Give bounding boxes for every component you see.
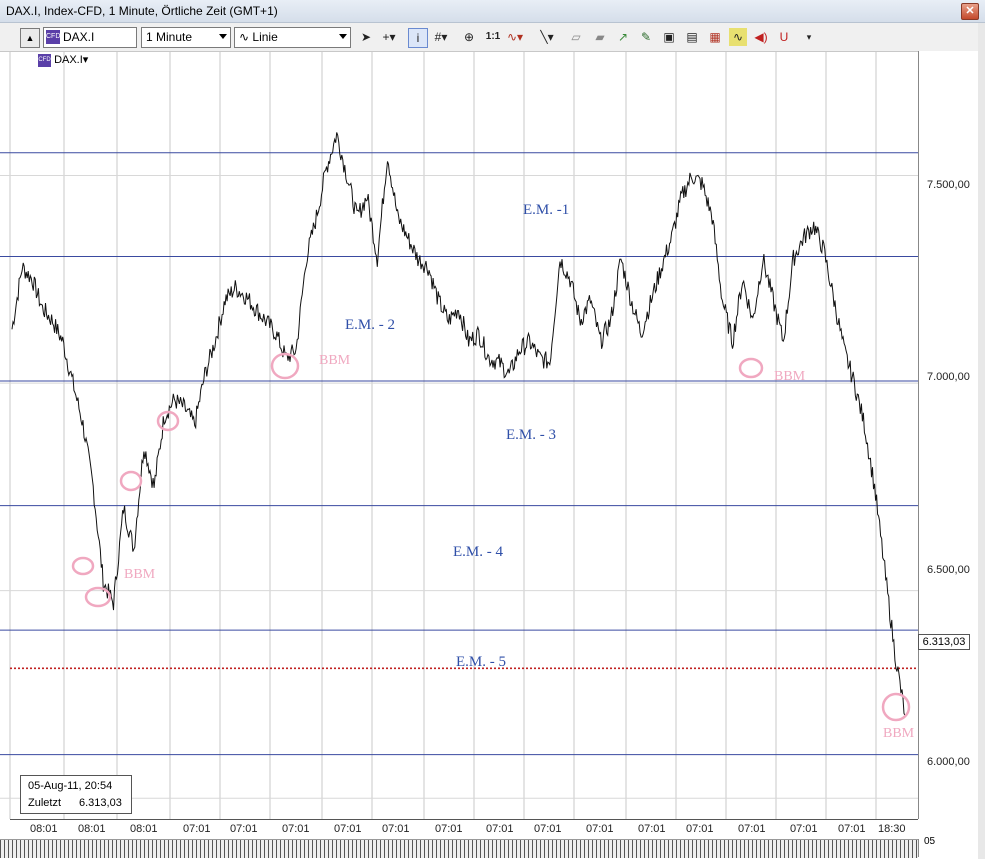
window-titlebar: DAX.I, Index-CFD, 1 Minute, Örtliche Zei… bbox=[0, 0, 985, 23]
x-tick-label: 18:30 bbox=[878, 823, 906, 835]
axis-corner: 05 bbox=[918, 836, 979, 857]
indicator-icon[interactable]: ∿▾ bbox=[506, 28, 524, 46]
chevron-down-icon bbox=[339, 34, 347, 39]
x-tick-label: 07:01 bbox=[382, 823, 410, 835]
x-tick-label: 07:01 bbox=[230, 823, 258, 835]
bbm-label: BBM bbox=[883, 726, 915, 741]
y-tick-label: 6.500,00 bbox=[927, 564, 970, 576]
em-label: E.M. -1 bbox=[523, 202, 570, 218]
y-tick-label: 7.500,00 bbox=[927, 179, 970, 191]
info-box: 05-Aug-11, 20:54 Zuletzt 6.313,03 bbox=[20, 775, 132, 814]
x-tick-label: 08:01 bbox=[130, 823, 158, 835]
window-title: DAX.I, Index-CFD, 1 Minute, Örtliche Zei… bbox=[6, 4, 278, 18]
x-tick-label: 07:01 bbox=[282, 823, 310, 835]
bbm-circle bbox=[71, 556, 95, 576]
bbm-circle bbox=[881, 692, 911, 722]
symbol-input[interactable]: CFD DAX.I bbox=[43, 27, 137, 48]
price-axis[interactable]: 7.500,00 7.000,00 6.500,00 6.000,00 bbox=[918, 51, 979, 819]
em-label: E.M. - 3 bbox=[506, 427, 556, 443]
x-tick-label: 07:01 bbox=[738, 823, 766, 835]
crosshair-icon[interactable]: +▾ bbox=[380, 28, 398, 46]
draw-icon[interactable]: ✎ bbox=[637, 28, 655, 46]
sound-icon[interactable]: ◀) bbox=[752, 28, 770, 46]
symbol-value: DAX.I bbox=[63, 30, 95, 44]
bbm-label: BBM bbox=[124, 567, 156, 582]
interval-value: 1 Minute bbox=[146, 30, 193, 44]
last-price-marker: 6.313,03 bbox=[918, 634, 970, 650]
em-label: E.M. - 5 bbox=[456, 654, 506, 670]
wave-icon[interactable]: ∿ bbox=[729, 28, 747, 46]
x-tick-label: 07:01 bbox=[638, 823, 666, 835]
x-tick-label: 08:01 bbox=[78, 823, 106, 835]
eraser2-icon[interactable]: ▰ bbox=[591, 28, 609, 46]
time-scrollbar[interactable] bbox=[0, 839, 918, 858]
chart-legend[interactable]: CFD DAX.I▾ bbox=[38, 53, 88, 67]
info-last-label: Zuletzt bbox=[28, 797, 62, 809]
info-last-value: 6.313,03 bbox=[79, 797, 122, 809]
paste-icon[interactable]: ▤ bbox=[683, 28, 701, 46]
legend-label: DAX.I bbox=[54, 54, 83, 66]
trendline-icon[interactable]: ╲▾ bbox=[538, 28, 556, 46]
bbm-circle bbox=[738, 357, 764, 379]
bbm-circle bbox=[156, 410, 180, 432]
chart-style-select[interactable]: ∿ Linie bbox=[234, 27, 351, 48]
window-frame bbox=[978, 23, 985, 859]
y-tick-label: 6.000,00 bbox=[927, 756, 970, 768]
info-icon[interactable]: i bbox=[408, 28, 428, 48]
collapse-button[interactable]: ▲ bbox=[20, 28, 40, 48]
x-tick-label: 07:01 bbox=[790, 823, 818, 835]
bbm-circle bbox=[119, 470, 143, 492]
cursor-icon[interactable]: ➤ bbox=[357, 28, 375, 46]
line-style-icon: ∿ bbox=[239, 30, 250, 44]
eraser-icon[interactable]: ▱ bbox=[567, 28, 585, 46]
bbm-circle bbox=[270, 352, 300, 380]
chart-plot-area[interactable] bbox=[0, 51, 918, 819]
x-tick-label: 07:01 bbox=[334, 823, 362, 835]
chart-toolbar: ▲ CFD DAX.I 1 Minute ∿ Linie ➤ +▾ i #▾ ⊕… bbox=[0, 23, 985, 52]
bbm-label: BBM bbox=[774, 369, 806, 384]
chart-style-value: Linie bbox=[252, 30, 278, 44]
x-tick-label: 07:01 bbox=[534, 823, 562, 835]
print-icon[interactable]: ▦ bbox=[706, 28, 724, 46]
close-icon[interactable]: ✕ bbox=[961, 3, 979, 20]
interval-select[interactable]: 1 Minute bbox=[141, 27, 231, 48]
chevron-down-icon bbox=[219, 34, 227, 39]
fib-icon[interactable]: ↗ bbox=[614, 28, 632, 46]
x-tick-label: 07:01 bbox=[838, 823, 866, 835]
price-line bbox=[11, 132, 906, 716]
x-tick-label: 07:01 bbox=[183, 823, 211, 835]
time-axis[interactable]: 08:01 08:01 08:01 07:01 07:01 07:01 07:0… bbox=[10, 819, 918, 840]
more-icon[interactable]: ▾ bbox=[800, 28, 818, 46]
magnet-icon[interactable]: U bbox=[775, 28, 793, 46]
x-tick-label: 07:01 bbox=[586, 823, 614, 835]
corner-label: 05 bbox=[924, 836, 936, 847]
em-label: E.M. - 2 bbox=[345, 317, 395, 333]
chart-style-label: ∿ Linie bbox=[239, 30, 278, 44]
x-tick-label: 07:01 bbox=[486, 823, 514, 835]
zoom-icon[interactable]: ⊕ bbox=[460, 28, 478, 46]
x-tick-label: 07:01 bbox=[686, 823, 714, 835]
x-tick-label: 07:01 bbox=[435, 823, 463, 835]
cfd-icon: CFD bbox=[46, 30, 60, 44]
price-chart-svg bbox=[0, 51, 918, 819]
copy-icon[interactable]: ▣ bbox=[660, 28, 678, 46]
bbm-label: BBM bbox=[319, 353, 351, 368]
em-label: E.M. - 4 bbox=[453, 544, 503, 560]
y-tick-label: 7.000,00 bbox=[927, 371, 970, 383]
cfd-icon: CFD bbox=[38, 53, 51, 67]
grid-icon[interactable]: #▾ bbox=[432, 28, 450, 46]
chevron-down-icon: ▾ bbox=[82, 54, 89, 66]
x-tick-label: 08:01 bbox=[30, 823, 58, 835]
info-datetime: 05-Aug-11, 20:54 bbox=[28, 780, 113, 792]
one-to-one-icon[interactable]: 1:1 bbox=[484, 28, 502, 46]
